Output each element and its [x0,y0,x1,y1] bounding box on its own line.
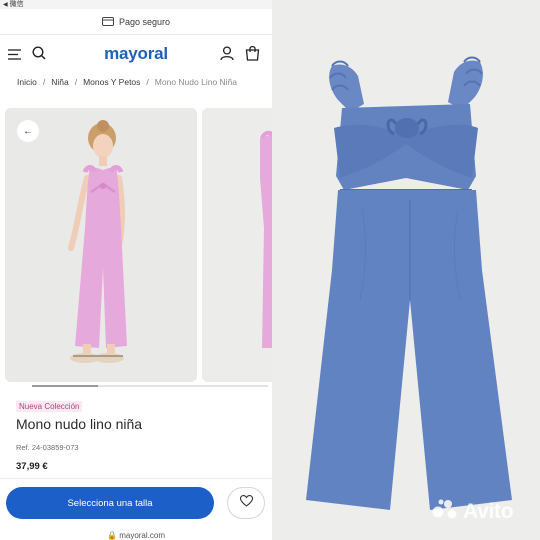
jumpsuit-illustration [272,0,540,540]
breadcrumb-separator: / [42,77,46,87]
card-icon [101,17,114,26]
status-bar: ◀ 微信 [0,0,272,9]
avito-logo-icon [432,498,460,526]
product-photo-secondary[interactable] [202,108,272,382]
avito-watermark-text: Avito [463,500,514,523]
purchase-bar: Selecciona una talla [0,478,272,528]
breadcrumb-item-current: Mono Nudo Lino Niña [154,77,238,87]
favorite-button[interactable] [227,487,265,519]
product-title: Mono nudo lino niña [16,416,143,432]
product-price: 37,99 € [16,461,48,472]
heart-icon [239,494,253,512]
select-size-button[interactable]: Selecciona una talla [6,487,214,519]
breadcrumb-item-inicio[interactable]: Inicio [17,77,37,87]
product-gallery[interactable]: ← [5,108,272,382]
gallery-back-button[interactable]: ← [17,120,39,142]
status-back-label[interactable]: 微信 [10,1,24,8]
domain-text: mayoral.com [119,531,165,540]
breadcrumb-item-nina[interactable]: Niña [51,77,68,87]
secure-payment-label: Pago seguro [118,16,171,27]
breadcrumb-item-monos[interactable]: Monos Y Petos [83,77,140,87]
breadcrumb-separator: / [146,77,149,87]
back-triangle-icon[interactable]: ◀ [3,2,8,8]
site-domain-label: 🔒 mayoral.com [0,531,272,540]
phone-screenshot: ◀ 微信 Pago seguro mayoral Inicio / Niña / … [0,0,272,540]
site-header: mayoral [0,36,272,72]
breadcrumb-separator: / [74,77,78,87]
product-photo-model[interactable]: ← [5,108,197,382]
breadcrumb: Inicio / Niña / Monos Y Petos / Mono Nud… [17,77,237,87]
secure-payment-bar: Pago seguro [0,9,272,35]
gallery-scrollbar-thumb[interactable] [32,385,98,387]
product-flatlay-photo: Avito [272,0,540,540]
bag-icon[interactable] [245,45,260,66]
avito-watermark: Avito [432,498,514,526]
lock-icon: 🔒 [107,531,117,540]
new-collection-badge: Nueva Colección [16,401,83,412]
arrow-left-icon: ← [23,125,33,137]
product-reference: Ref. 24-03859-073 [16,443,79,452]
gallery-scrollbar[interactable] [32,385,268,387]
user-icon[interactable] [220,46,234,66]
